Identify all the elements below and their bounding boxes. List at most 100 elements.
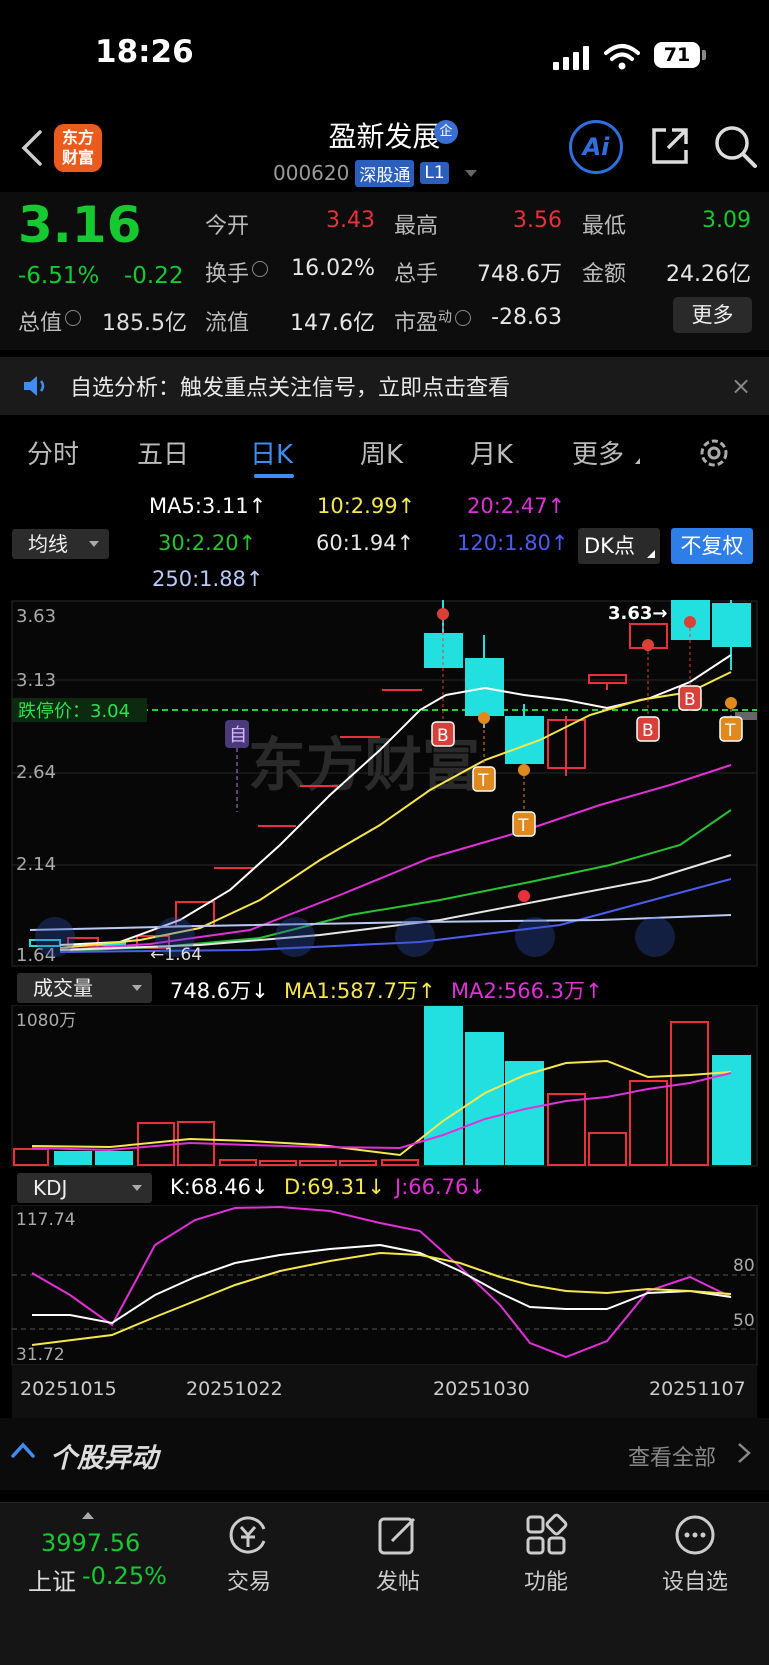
chevron-down-icon (132, 985, 142, 991)
banner-text[interactable]: 自选分析：触发重点关注信号，立即点击查看 (70, 370, 510, 402)
t-signal: T (724, 721, 736, 741)
index-change[interactable]: -0.25% (82, 1562, 167, 1590)
y-label-max: 3.63 (16, 606, 56, 627)
high-marker-label: 3.63→ (608, 603, 668, 624)
volume-chart[interactable]: 1080万 (0, 1005, 769, 1167)
signal-dot (642, 639, 654, 651)
info-icon[interactable] (65, 310, 82, 326)
kdj-select[interactable]: KDJ (17, 1173, 152, 1203)
gear-icon[interactable] (697, 436, 731, 470)
change-amount: -0.22 (124, 263, 184, 289)
dk-point-button[interactable]: DK点 (578, 528, 660, 564)
nav-trade[interactable]: 交易 (199, 1564, 299, 1596)
signal-dot (478, 712, 490, 724)
ma120-value: 120:1.80↑ (457, 531, 569, 555)
ma30-value: 30:2.20↑ (158, 531, 257, 555)
chevron-up-icon[interactable] (82, 1512, 94, 1519)
info-icon[interactable] (252, 261, 269, 277)
more-circle-icon[interactable] (673, 1513, 717, 1557)
prev-button[interactable] (395, 917, 435, 957)
date-label: 20251030 (433, 1378, 530, 1400)
post-icon[interactable] (376, 1513, 420, 1557)
no-adjust-button[interactable]: 不复权 (671, 528, 753, 564)
nav-functions[interactable]: 功能 (496, 1564, 596, 1596)
candle (465, 658, 504, 716)
signal-dot (437, 608, 449, 620)
volume-frame (11, 1005, 758, 1167)
signal-dot (684, 616, 696, 628)
kdj-label-80: 80 (733, 1256, 755, 1276)
trade-icon[interactable] (226, 1513, 270, 1557)
date-axis (12, 1365, 757, 1419)
chevron-down-icon (89, 541, 99, 547)
amount-label: 金额 (582, 262, 627, 287)
ma5-value: MA5:3.11↑ (149, 494, 267, 518)
kline-chart[interactable]: 东方财富 3.63 3.13 2.64 2.14 1.64 跌停价：3.04 自 (0, 600, 769, 967)
date-label: 20251107 (649, 1378, 746, 1400)
index-name[interactable]: 上证 (28, 1562, 76, 1597)
buy-signal: B (642, 721, 654, 741)
high-label: 最高 (394, 214, 439, 239)
chevron-down-icon[interactable] (464, 169, 477, 177)
signal-dot (725, 697, 737, 709)
volume-value: 748.6万↓ (170, 979, 269, 1003)
zoom-in-button[interactable] (275, 917, 315, 957)
tag-level: L1 (420, 162, 449, 184)
kdj-y-max: 117.74 (16, 1210, 75, 1230)
more-button[interactable]: 更多 (673, 297, 752, 333)
tab-weekly-k[interactable]: 周K (360, 434, 403, 471)
chevron-right-icon[interactable] (736, 1442, 752, 1464)
pe-label: 市盈动 (394, 305, 472, 337)
ma-select[interactable]: 均线 (12, 529, 109, 559)
nav-add-watch[interactable]: 设自选 (645, 1564, 745, 1596)
buy-signal: B (684, 690, 696, 710)
info-icon[interactable] (455, 310, 472, 326)
fullscreen-button[interactable] (635, 917, 675, 957)
y-label-4: 2.14 (16, 854, 56, 875)
volume-bar (54, 1151, 92, 1165)
battery-icon: 71 (654, 42, 700, 68)
share-icon[interactable] (648, 124, 692, 168)
kdj-frame (11, 1205, 758, 1366)
low-value: 3.09 (702, 208, 751, 233)
chevron-down-icon (132, 1185, 142, 1191)
volume-select[interactable]: 成交量 (17, 973, 152, 1003)
kdj-d: D:69.31↓ (284, 1175, 385, 1199)
float-cap-value: 147.6亿 (290, 311, 375, 336)
kdj-k: K:68.46↓ (170, 1175, 269, 1199)
chevron-up-icon[interactable] (10, 1440, 36, 1460)
close-icon[interactable]: × (731, 372, 751, 400)
volume-value: 748.6万 (477, 262, 562, 287)
pe-value: -28.63 (491, 305, 562, 330)
volume-ma2: MA2:566.3万↑ (451, 979, 603, 1003)
index-value[interactable]: 3997.56 (41, 1529, 140, 1557)
next-button[interactable] (515, 917, 555, 957)
ma-select-label: 均线 (28, 532, 68, 556)
kdj-y-min: 31.72 (16, 1345, 65, 1365)
kdj-select-label: KDJ (33, 1176, 68, 1200)
candle (712, 603, 751, 647)
wifi-icon (604, 44, 640, 70)
stock-movement-title: 个股异动 (50, 1443, 158, 1474)
speaker-icon (24, 376, 45, 396)
stock-code-row[interactable]: 000620 深股通 L1 (273, 158, 477, 188)
tab-daily-k[interactable]: 日K (250, 434, 293, 471)
kdj-chart[interactable]: 117.74 31.72 80 50 20251015 20251022 202… (0, 1205, 769, 1420)
tab-more[interactable]: 更多 (572, 434, 624, 471)
volume-bar (712, 1055, 751, 1165)
view-all-link[interactable]: 查看全部 (628, 1440, 716, 1472)
signal-dot (518, 890, 530, 902)
tab-intraday[interactable]: 分时 (27, 434, 79, 471)
nav-post[interactable]: 发帖 (348, 1564, 448, 1596)
search-icon[interactable] (713, 124, 759, 170)
low-label: 最低 (582, 214, 627, 239)
grid-icon[interactable] (524, 1513, 568, 1557)
tab-monthly-k[interactable]: 月K (470, 434, 513, 471)
ai-assistant-icon[interactable]: Ai (569, 120, 623, 174)
enterprise-badge[interactable]: 企 (434, 120, 458, 144)
t-signal: T (477, 771, 489, 791)
tab-five-day[interactable]: 五日 (137, 434, 189, 471)
rewind-button[interactable] (35, 917, 75, 957)
tab-active-indicator (254, 474, 294, 478)
volume-ma1: MA1:587.7万↑ (284, 979, 436, 1003)
